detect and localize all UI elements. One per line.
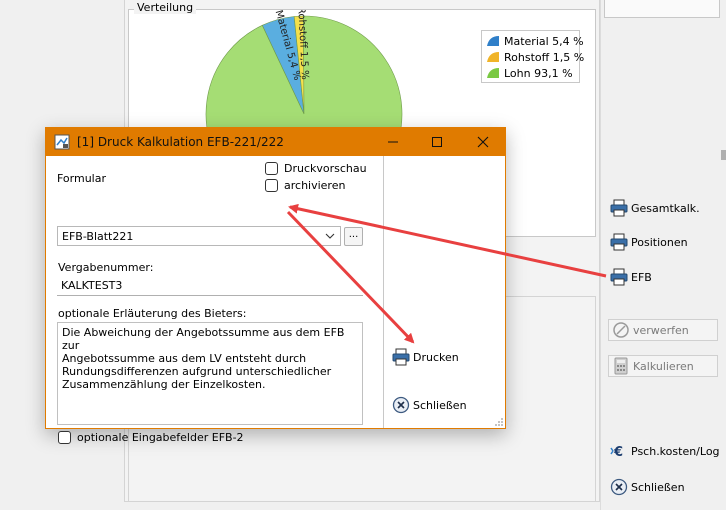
discard-icon — [613, 322, 629, 338]
legend-item-rohstoff: Rohstoff 1,5 % — [487, 49, 584, 65]
legend-label-rohstoff: Rohstoff 1,5 % — [504, 50, 585, 64]
dialog-schliessen-label: Schließen — [413, 398, 467, 412]
gesamtkalk-label: Gesamtkalk. — [631, 201, 700, 215]
kalkulieren-button[interactable]: Kalkulieren — [608, 355, 718, 377]
close-icon — [477, 136, 489, 148]
positionen-button[interactable]: Positionen — [610, 231, 688, 253]
formular-select-value: EFB-Blatt221 — [62, 230, 134, 243]
chart-legend: Material 5,4 % Rohstoff 1,5 % Lohn 93,1 … — [481, 30, 584, 83]
formular-label: Formular — [57, 172, 107, 185]
side-top-box — [604, 0, 720, 18]
archivieren-label: archivieren — [284, 179, 346, 192]
side-schliessen-label: Schließen — [631, 480, 685, 494]
dialog-title: [1] Druck Kalkulation EFB-221/222 — [77, 135, 284, 149]
formular-select[interactable]: EFB-Blatt221 — [57, 226, 341, 246]
erlaeuterung-textarea[interactable]: Die Abweichung der Angebotssumme aus dem… — [57, 322, 363, 425]
dialog-form-area: Formular Druckvorschau archivieren EFB-B… — [46, 156, 383, 444]
legend-swatch-rohstoff — [487, 52, 499, 62]
legend-item-lohn: Lohn 93,1 % — [487, 65, 573, 81]
vergabenummer-input[interactable] — [57, 276, 363, 296]
print-dialog: [1] Druck Kalkulation EFB-221/222 Formul… — [45, 127, 506, 444]
verwerfen-label: verwerfen — [633, 323, 689, 337]
maximize-icon — [432, 137, 442, 147]
euro-icon: € — [610, 445, 623, 460]
printer-icon — [392, 348, 410, 366]
close-window-button[interactable] — [461, 128, 505, 156]
drucken-button[interactable]: Drucken — [392, 348, 459, 366]
efb-label: EFB — [631, 270, 652, 284]
dialog-titlebar[interactable]: [1] Druck Kalkulation EFB-221/222 — [46, 128, 505, 156]
browse-button[interactable]: ... — [344, 227, 363, 246]
druckvorschau-checkbox[interactable]: Druckvorschau — [265, 162, 367, 175]
erlaeuterung-line: Angebotssumme aus dem LV entsteht durch — [62, 352, 307, 365]
legend-label-lohn: Lohn 93,1 % — [504, 66, 573, 80]
erlaeuterung-line: Die Abweichung der Angebotssumme aus dem… — [62, 326, 345, 352]
resize-grip-icon[interactable] — [495, 418, 503, 426]
app-icon — [54, 134, 70, 150]
archivieren-checkbox-box[interactable] — [265, 179, 278, 192]
window-edge-marker — [721, 150, 726, 160]
side-schliessen-button[interactable]: Schließen — [610, 476, 685, 498]
erlaeuterung-line: Rundungsdifferenzen aufgrund unterschied… — [62, 365, 332, 378]
drucken-label: Drucken — [413, 350, 459, 364]
printer-icon — [610, 233, 628, 251]
psch-kosten-button[interactable]: € Psch.kosten/Log — [610, 440, 720, 462]
druckvorschau-label: Druckvorschau — [284, 162, 367, 175]
side-button-panel — [600, 0, 726, 510]
calculator-icon — [614, 357, 628, 375]
efb-button[interactable]: EFB — [610, 266, 652, 288]
optionale-checkbox-box[interactable] — [58, 431, 71, 444]
gesamtkalk-button[interactable]: Gesamtkalk. — [610, 197, 700, 219]
druckvorschau-checkbox-box[interactable] — [265, 162, 278, 175]
chevron-down-icon[interactable] — [325, 231, 335, 241]
minimize-icon — [388, 141, 398, 143]
archivieren-checkbox[interactable]: archivieren — [265, 179, 345, 192]
verwerfen-button[interactable]: verwerfen — [608, 319, 718, 341]
kalkulieren-label: Kalkulieren — [633, 359, 694, 373]
dialog-schliessen-button[interactable]: Schließen — [392, 396, 467, 414]
close-circle-icon — [610, 478, 628, 496]
positionen-label: Positionen — [631, 235, 688, 249]
psch-kosten-label: Psch.kosten/Log — [631, 444, 720, 458]
close-circle-icon — [392, 396, 410, 414]
legend-item-material: Material 5,4 % — [487, 33, 584, 49]
erlaeuterung-label: optionale Erläuterung des Bieters: — [58, 307, 247, 320]
optionale-label: optionale Eingabefelder EFB-2 — [77, 431, 244, 444]
optionale-eingabefelder-checkbox[interactable]: optionale Eingabefelder EFB-2 — [58, 431, 244, 444]
legend-swatch-lohn — [487, 68, 499, 78]
legend-swatch-material — [487, 36, 499, 46]
printer-icon — [610, 268, 628, 286]
vergabenummer-label: Vergabenummer: — [58, 261, 154, 274]
minimize-button[interactable] — [371, 128, 415, 156]
dialog-button-area: Drucken Schließen — [384, 156, 505, 428]
svg-text:€: € — [613, 445, 623, 460]
maximize-button[interactable] — [415, 128, 459, 156]
legend-label-material: Material 5,4 % — [504, 34, 584, 48]
printer-icon — [610, 199, 628, 217]
erlaeuterung-line: Zusammenzählung der Einzelkosten. — [62, 378, 266, 391]
